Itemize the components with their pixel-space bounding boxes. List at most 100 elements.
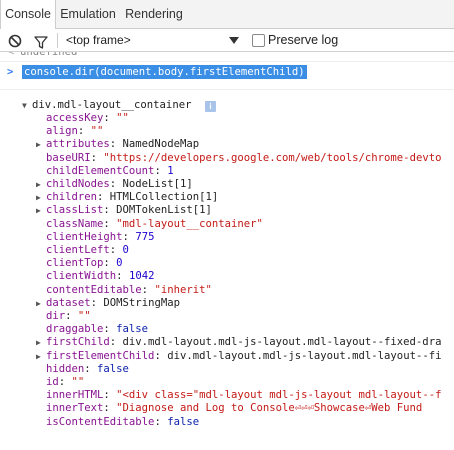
- collapsed-triangle-icon[interactable]: ▶: [36, 350, 46, 363]
- property-key: innerHTML: [46, 389, 104, 402]
- property-key: draggable: [46, 323, 104, 336]
- prompt-chevron-icon: >: [7, 66, 14, 78]
- property-separator: :: [109, 244, 123, 256]
- collapsed-triangle-icon[interactable]: ▶: [36, 204, 46, 217]
- collapsed-triangle-icon[interactable]: ▶: [36, 138, 46, 151]
- previous-result: undefined: [20, 52, 78, 58]
- tab-emulation[interactable]: Emulation: [57, 0, 119, 28]
- property-separator: :: [103, 323, 117, 336]
- property-key: childElementCount: [46, 164, 155, 177]
- object-property-row: id: "": [36, 376, 84, 389]
- property-separator: :: [77, 125, 91, 138]
- object-root[interactable]: ▼ div.mdl-layout__container: [22, 99, 191, 112]
- property-separator: :: [103, 217, 117, 230]
- tab-rendering[interactable]: Rendering: [121, 0, 187, 28]
- object-root-label: div.mdl-layout__container: [32, 99, 192, 111]
- property-value: DOMStringMap: [103, 296, 180, 309]
- preserve-log-checkbox[interactable]: [252, 34, 265, 47]
- property-value: 0: [116, 257, 123, 270]
- object-property-row: clientTop: 0: [36, 257, 123, 270]
- property-value: div.mdl-layout.mdl-js-layout.mdl-layout-…: [122, 336, 442, 349]
- dropdown-arrow-icon[interactable]: [229, 37, 239, 44]
- object-property-row[interactable]: ▶ classList: DOMTokenList[1]: [36, 204, 212, 217]
- property-key: accessKey: [46, 112, 104, 124]
- property-separator: :: [154, 349, 168, 362]
- property-key: dir: [46, 310, 66, 322]
- property-value: "inherit": [154, 283, 212, 296]
- property-separator: :: [103, 257, 117, 270]
- property-value: DOMTokenList[1]: [116, 204, 212, 217]
- collapsed-triangle-icon[interactable]: ▶: [36, 297, 46, 310]
- property-separator: :: [65, 310, 78, 322]
- property-key: children: [46, 191, 98, 204]
- property-separator: :: [154, 164, 168, 177]
- object-property-row[interactable]: ▶ firstChild: div.mdl-layout.mdl-js-layou…: [36, 336, 441, 349]
- property-value: div.mdl-layout.mdl-js-layout.mdl-layout-…: [167, 349, 442, 362]
- object-property-row: isContentEditable: false: [36, 416, 199, 429]
- property-key: firstElementChild: [46, 349, 155, 362]
- filter-icon[interactable]: [34, 34, 48, 49]
- property-key: clientHeight: [46, 230, 123, 243]
- collapsed-triangle-icon[interactable]: ▶: [36, 178, 46, 191]
- property-key: clientTop: [46, 257, 104, 270]
- property-separator: :: [109, 138, 123, 151]
- property-key: innerText: [46, 402, 104, 415]
- property-separator: :: [90, 151, 104, 164]
- property-key: classList: [46, 204, 104, 217]
- toolbar-divider: [57, 33, 58, 48]
- property-separator: :: [103, 402, 117, 415]
- property-key: firstChild: [46, 336, 110, 349]
- object-property-row[interactable]: ▶ children: HTMLCollection[1]: [36, 191, 218, 204]
- console-output[interactable]: < undefined > console.dir(document.body.…: [0, 52, 454, 450]
- property-key: childNodes: [46, 178, 110, 190]
- console-command[interactable]: console.dir(document.body.firstElementCh…: [22, 65, 307, 79]
- object-property-row[interactable]: ▶ childNodes: NodeList[1]: [36, 178, 193, 191]
- property-value: "": [77, 310, 91, 322]
- object-property-row[interactable]: ▶ attributes: NamedNodeMap: [36, 138, 199, 151]
- property-value: 1: [167, 164, 174, 177]
- property-value: false: [116, 323, 149, 336]
- property-key: clientLeft: [46, 244, 110, 256]
- object-property-row: contentEditable: "inherit": [36, 284, 212, 297]
- property-value: "": [71, 376, 85, 388]
- object-property-row[interactable]: ▶ firstElementChild: div.mdl-layout.mdl-j…: [36, 350, 441, 363]
- clear-console-icon[interactable]: [8, 33, 22, 48]
- preserve-log-label[interactable]: Preserve log: [268, 29, 338, 51]
- property-value: "<div class="mdl-layout mdl-js-layout md…: [116, 389, 442, 402]
- object-property-row: innerText: "Diagnose and Log to Console⏎…: [36, 402, 422, 415]
- property-separator: :: [141, 283, 155, 296]
- object-property-row: baseURI: "https://developers.google.com/…: [36, 152, 441, 165]
- object-property-row: className: "mdl-layout__container": [36, 218, 263, 231]
- property-separator: :: [103, 204, 117, 217]
- property-value: "mdl-layout__container": [116, 217, 263, 230]
- object-property-row: clientWidth: 1042: [36, 270, 154, 283]
- tab-console[interactable]: Console: [0, 0, 56, 29]
- object-property-row[interactable]: ▶ dataset: DOMStringMap: [36, 297, 180, 310]
- property-value: HTMLCollection[1]: [109, 191, 219, 204]
- property-key: clientWidth: [46, 270, 117, 283]
- object-property-row: hidden: false: [36, 363, 129, 376]
- property-separator: :: [116, 270, 129, 283]
- expanded-triangle-icon[interactable]: ▼: [22, 99, 32, 112]
- property-value: "": [116, 112, 129, 124]
- property-value: "https://developers.google.com/web/tools…: [103, 151, 442, 164]
- property-value: "Diagnose and Log to Console⏎⏎⏎Showcase⏎…: [116, 402, 423, 415]
- property-value: NamedNodeMap: [122, 138, 200, 151]
- property-key: contentEditable: [46, 283, 142, 296]
- collapsed-triangle-icon[interactable]: ▶: [36, 191, 46, 204]
- property-key: align: [46, 125, 78, 138]
- property-separator: :: [109, 178, 123, 190]
- property-separator: :: [90, 296, 104, 309]
- property-value: false: [167, 415, 200, 428]
- property-separator: :: [154, 415, 168, 428]
- object-property-row: childElementCount: 1: [36, 165, 174, 178]
- property-value: 0: [122, 244, 129, 256]
- info-icon[interactable]: i: [205, 101, 216, 112]
- property-separator: :: [122, 230, 136, 243]
- property-separator: :: [58, 376, 72, 388]
- property-value: NodeList[1]: [122, 178, 193, 190]
- collapsed-triangle-icon[interactable]: ▶: [36, 336, 46, 349]
- property-value: false: [97, 362, 129, 375]
- frame-selector[interactable]: <top frame>: [66, 29, 131, 51]
- property-separator: :: [103, 112, 117, 124]
